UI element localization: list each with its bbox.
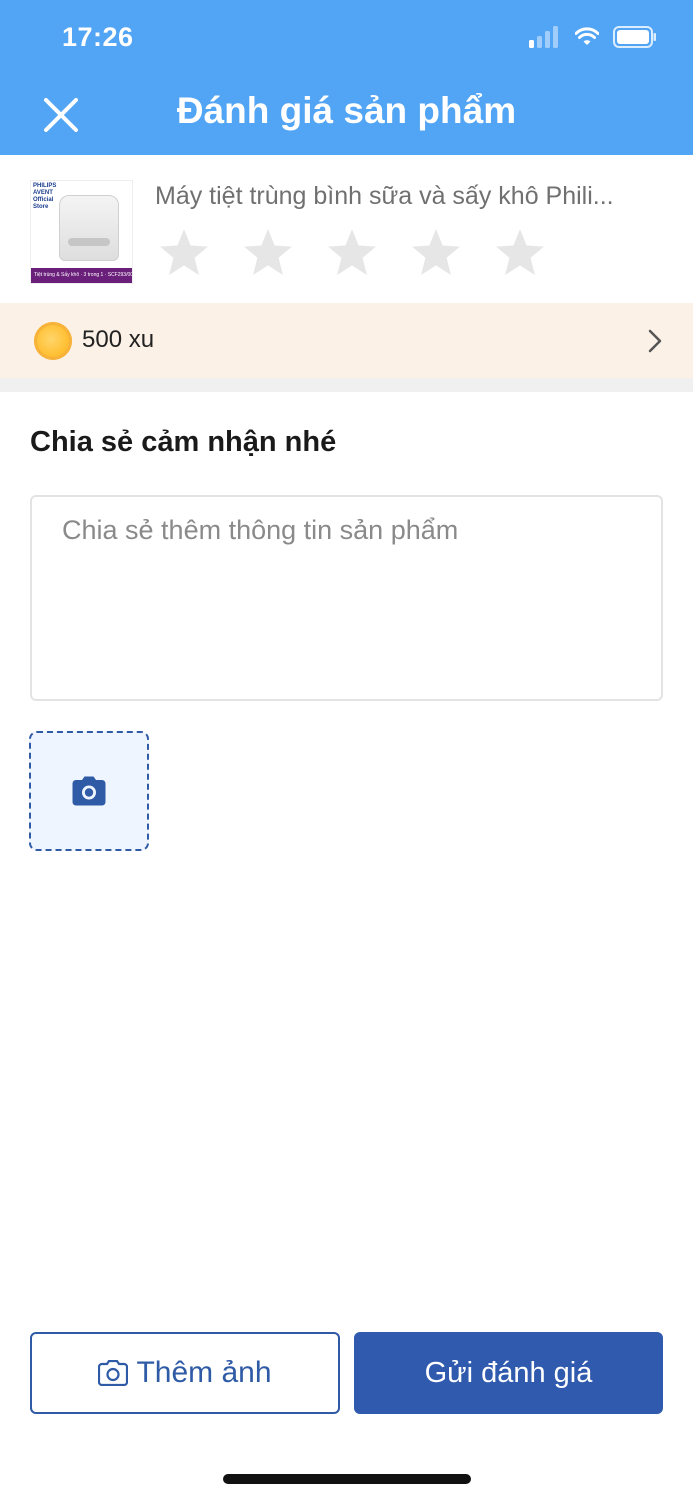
camera-icon	[72, 776, 106, 806]
thumbnail-device-image	[59, 195, 119, 261]
reward-label: 500 xu	[82, 326, 155, 353]
product-name: Máy tiệt trùng bình sữa và sấy khô Phili…	[155, 182, 614, 210]
status-time: 17:26	[62, 22, 134, 52]
product-summary: PHILIPS AVENT Official Store Tiệt trùng …	[0, 155, 693, 302]
submit-review-button[interactable]: Gửi đánh giá	[354, 1332, 663, 1414]
chevron-right-icon	[648, 329, 662, 353]
reward-bar[interactable]: 500 xu	[0, 303, 693, 378]
add-photo-button[interactable]: Thêm ảnh	[30, 1332, 340, 1414]
star-icon[interactable]	[326, 227, 378, 279]
product-thumbnail: PHILIPS AVENT Official Store Tiệt trùng …	[30, 180, 133, 284]
home-indicator	[223, 1474, 471, 1484]
signal-icon	[529, 26, 558, 48]
star-icon[interactable]	[158, 227, 210, 279]
review-section-title: Chia sẻ cảm nhận nhé	[30, 426, 337, 458]
coin-icon	[34, 322, 72, 360]
wifi-icon	[575, 27, 599, 45]
section-divider	[0, 378, 693, 392]
star-rating[interactable]	[158, 227, 546, 279]
thumbnail-band: Tiệt trùng & Sấy khô · 3 trong 1 · SCF29…	[31, 268, 132, 283]
page-title: Đánh giá sản phẩm	[176, 90, 517, 131]
app-header: 17:26 Đánh giá sản phẩm	[0, 0, 693, 155]
battery-icon	[613, 26, 656, 48]
camera-icon	[98, 1360, 129, 1386]
star-icon[interactable]	[494, 227, 546, 279]
review-textarea[interactable]	[30, 495, 663, 701]
submit-review-label: Gửi đánh giá	[424, 1356, 593, 1389]
star-icon[interactable]	[410, 227, 462, 279]
add-photo-label: Thêm ảnh	[136, 1356, 272, 1389]
star-icon[interactable]	[242, 227, 294, 279]
add-photo-slot[interactable]	[29, 731, 149, 851]
status-icons	[529, 26, 657, 48]
